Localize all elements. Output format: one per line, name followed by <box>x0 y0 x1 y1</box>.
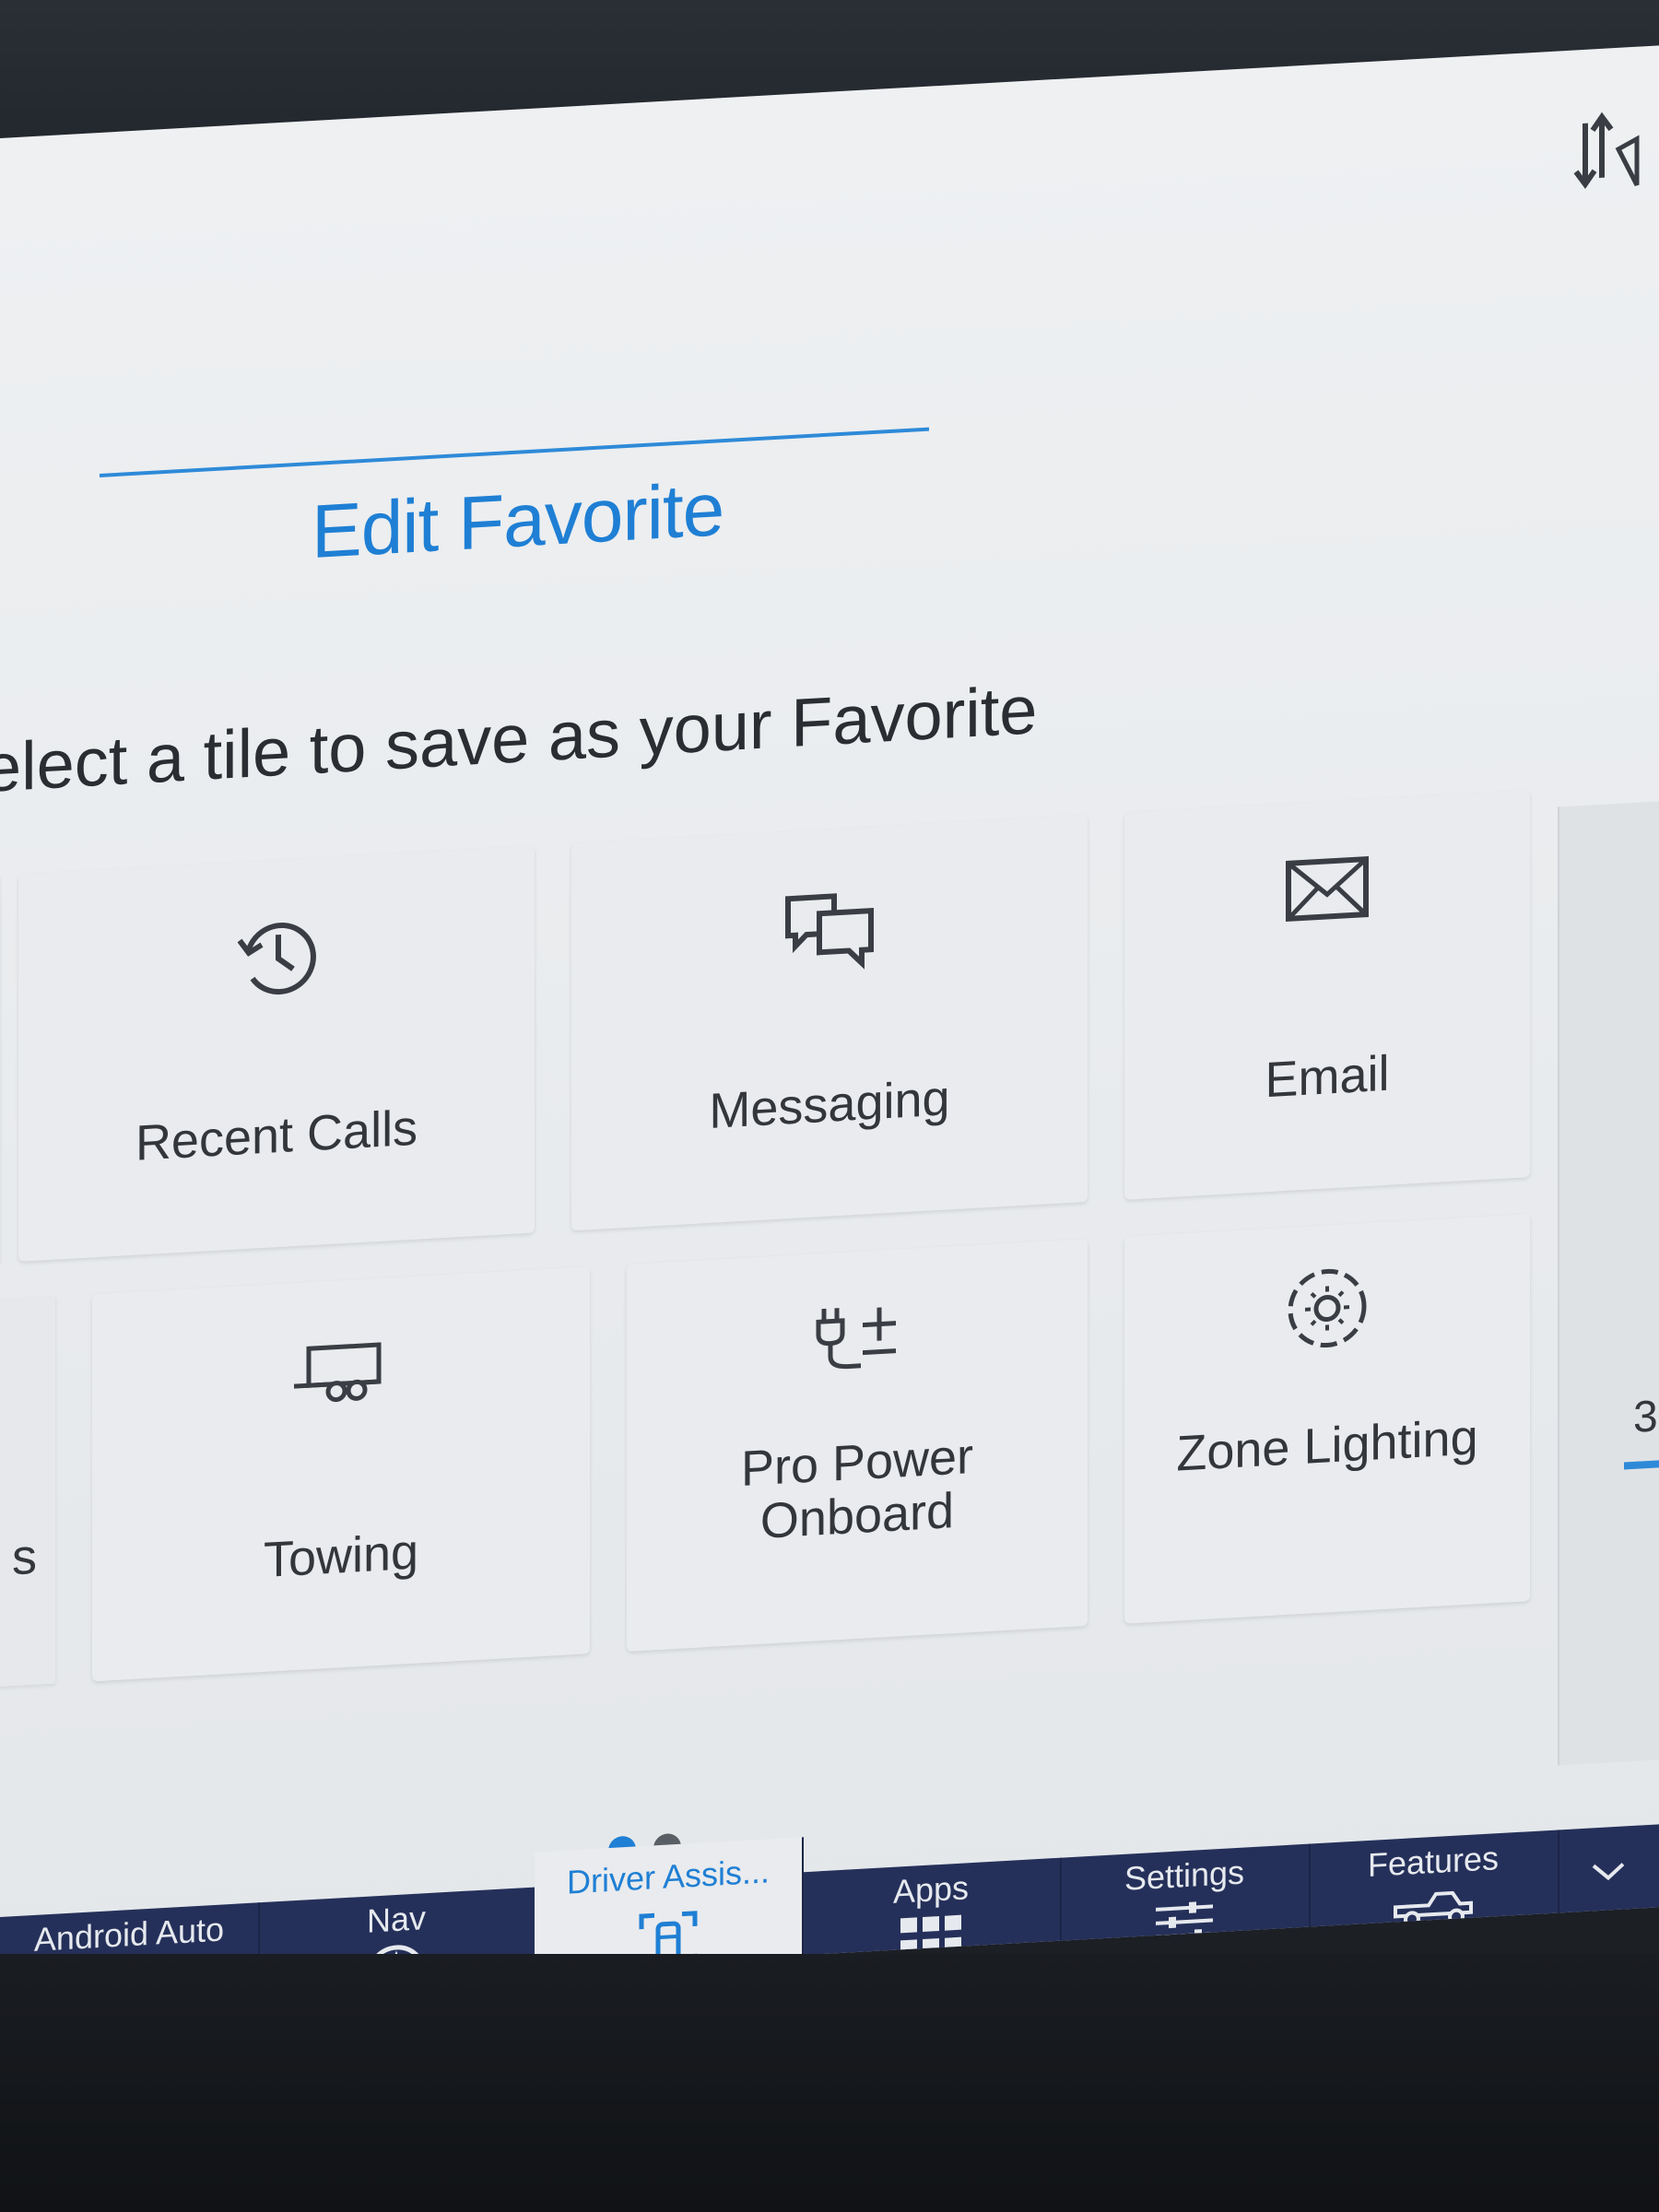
tile-label: Email <box>1265 1045 1390 1109</box>
partial-tile-label: s <box>12 1528 37 1586</box>
right-panel-indicator <box>1624 1459 1659 1470</box>
right-panel-number: 3 <box>1633 1392 1658 1442</box>
tile-recent-calls[interactable]: Recent Calls <box>18 845 535 1262</box>
trailer-icon <box>290 1333 392 1424</box>
partial-tile-bottom[interactable]: s <box>0 1296 55 1688</box>
tile-label: Zone Lighting <box>1176 1409 1478 1482</box>
tile-pro-power-onboard[interactable]: Pro Power Onboard <box>627 1239 1088 1652</box>
instruction-text: elect a tile to save as your Favorite <box>0 671 1038 807</box>
truck-icon <box>1392 1883 1475 1942</box>
power-plug-icon <box>811 1286 903 1395</box>
bezel-bottom <box>0 1954 1659 2212</box>
sliders-icon <box>1152 1897 1217 1955</box>
tile-label: Pro Power Onboard <box>740 1428 974 1549</box>
tile-messaging[interactable]: Messaging <box>571 815 1088 1231</box>
nav-overflow[interactable] <box>1558 1824 1659 1949</box>
clock-history-icon <box>230 908 323 1018</box>
nav-features[interactable]: Features <box>1309 1830 1559 1964</box>
envelope-icon <box>1281 850 1373 941</box>
tile-label: Towing <box>263 1524 419 1589</box>
sync-screen: Edit Favorite elect a tile to save as yo… <box>0 45 1659 2001</box>
chevron-down-icon <box>1590 1853 1627 1894</box>
tile-zone-lighting[interactable]: Zone Lighting <box>1124 1214 1530 1624</box>
tile-towing[interactable]: Towing <box>92 1266 590 1682</box>
header-rule <box>100 427 929 477</box>
zone-lighting-icon <box>1281 1260 1373 1370</box>
tile-email[interactable]: Email <box>1124 790 1530 1200</box>
tile-label: Recent Calls <box>135 1100 418 1171</box>
tile-label: Messaging <box>709 1070 950 1139</box>
page-title: Edit Favorite <box>312 467 724 575</box>
right-panel[interactable]: 3 <box>1558 801 1659 1766</box>
chat-bubbles-icon <box>779 877 880 987</box>
swap-layout-icon[interactable] <box>1567 101 1641 197</box>
